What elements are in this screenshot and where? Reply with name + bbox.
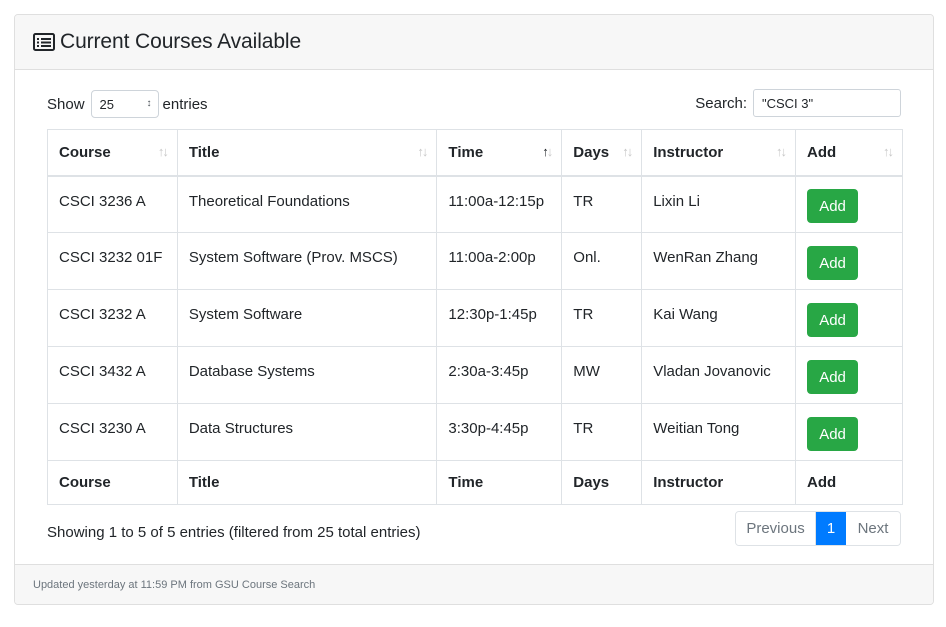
search-control: Search: [695, 89, 901, 117]
cell-time: 11:00a-2:00p [436, 232, 563, 290]
cell-course: CSCI 3232 A [47, 289, 178, 347]
column-header-label: Title [188, 143, 220, 161]
table-row: CSCI 3432 A Database Systems 2:30a-3:45p… [47, 346, 903, 404]
cell-title: System Software [176, 289, 438, 347]
add-course-button[interactable]: Add [807, 360, 859, 394]
cell-days: MW [561, 346, 643, 404]
footer-column-instructor: Instructor [641, 460, 797, 505]
cell-days: TR [561, 175, 643, 233]
cell-title: System Software (Prov. MSCS) [176, 232, 438, 290]
table-row: CSCI 3230 A Data Structures 3:30p-4:45p … [47, 403, 903, 461]
cell-course: CSCI 3236 A [47, 175, 178, 233]
sort-icon: ↑↓ [883, 144, 894, 159]
column-header-instructor[interactable]: Instructor ↑↓ [641, 129, 797, 177]
cell-add: Add [795, 403, 903, 461]
column-header-label: Time [448, 143, 484, 161]
cell-title: Theoretical Foundations [176, 175, 438, 233]
column-header-label: Add [807, 143, 837, 161]
cell-add: Add [795, 346, 903, 404]
cell-course: CSCI 3232 01F [47, 232, 178, 290]
entries-select[interactable]: 25 ↕ [90, 90, 159, 118]
cell-add: Add [795, 232, 903, 290]
cell-days: TR [561, 289, 643, 347]
entries-label: entries [162, 95, 208, 113]
footer-column-add: Add [795, 460, 903, 505]
cell-course: CSCI 3432 A [47, 346, 178, 404]
table-info: Showing 1 to 5 of 5 entries (filtered fr… [47, 524, 421, 541]
table-row: CSCI 3232 01F System Software (Prov. MSC… [47, 232, 903, 290]
courses-table: Course ↑↓ Title ↑↓ Time ↑↓ Days ↑↓ Instr… [47, 129, 903, 505]
cell-instructor: Kai Wang [641, 289, 797, 347]
sort-icon: ↑↓ [417, 144, 428, 159]
cell-time: 11:00a-12:15p [436, 175, 563, 233]
footer-column-days: Days [561, 460, 643, 505]
add-course-button[interactable]: Add [807, 303, 859, 337]
footer-column-time: Time [436, 460, 563, 505]
cell-days: Onl. [561, 232, 643, 290]
column-header-time[interactable]: Time ↑↓ [436, 129, 563, 177]
pagination: Previous 1 Next [735, 511, 901, 546]
table-row: CSCI 3236 A Theoretical Foundations 11:0… [47, 175, 903, 233]
add-course-button[interactable]: Add [807, 189, 859, 224]
cell-time: 3:30p-4:45p [436, 403, 563, 461]
column-header-label: Instructor [653, 143, 724, 161]
next-page-button[interactable]: Next [846, 512, 900, 545]
sort-icon: ↑↓ [776, 144, 787, 159]
page-1-button[interactable]: 1 [816, 512, 846, 545]
cell-title: Data Structures [176, 403, 438, 461]
cell-course: CSCI 3230 A [47, 403, 178, 461]
cell-instructor: Weitian Tong [641, 403, 797, 461]
column-header-add[interactable]: Add ↑↓ [795, 129, 903, 177]
add-course-button[interactable]: Add [807, 246, 859, 280]
courses-card: Current Courses Available Show 25 ↕ entr… [14, 14, 934, 605]
cell-instructor: Vladan Jovanovic [641, 346, 797, 404]
footer-column-title: Title [176, 460, 438, 505]
sort-ascending-icon: ↑↓ [542, 144, 553, 159]
cell-time: 12:30p-1:45p [436, 289, 563, 347]
page-title: Current Courses Available [60, 30, 302, 53]
sort-icon: ↑↓ [157, 144, 169, 159]
updated-text: Updated yesterday at 11:59 PM from GSU C… [33, 578, 316, 591]
card-header: Current Courses Available [15, 15, 933, 70]
search-input[interactable] [753, 89, 901, 117]
footer-column-course: Course [47, 460, 178, 505]
sort-icon: ↑↓ [622, 144, 633, 159]
previous-page-button[interactable]: Previous [736, 512, 816, 545]
cell-time: 2:30a-3:45p [436, 346, 563, 404]
cell-add: Add [795, 289, 903, 347]
cell-days: TR [561, 403, 643, 461]
column-header-label: Course [59, 143, 111, 161]
list-alt-icon [33, 33, 55, 51]
cell-instructor: WenRan Zhang [641, 232, 797, 290]
table-header-row: Course ↑↓ Title ↑↓ Time ↑↓ Days ↑↓ Instr… [47, 129, 903, 177]
column-header-label: Days [573, 143, 610, 161]
cell-instructor: Lixin Li [641, 175, 797, 233]
table-footer-row: Course Title Time Days Instructor Add [47, 460, 903, 505]
cell-title: Database Systems [176, 346, 438, 404]
cell-add: Add [795, 175, 903, 233]
search-label: Search: [695, 94, 747, 112]
add-course-button[interactable]: Add [807, 417, 859, 451]
select-arrows-icon: ↕ [146, 98, 152, 109]
show-label: Show [47, 95, 85, 113]
entries-length-control: Show 25 ↕ entries [47, 90, 208, 118]
column-header-course[interactable]: Course ↑↓ [47, 129, 178, 177]
table-row: CSCI 3232 A System Software 12:30p-1:45p… [47, 289, 903, 347]
entries-select-value: 25 [99, 96, 114, 112]
column-header-days[interactable]: Days ↑↓ [561, 129, 643, 177]
card-footer: Updated yesterday at 11:59 PM from GSU C… [15, 564, 933, 604]
column-header-title[interactable]: Title ↑↓ [176, 129, 438, 177]
